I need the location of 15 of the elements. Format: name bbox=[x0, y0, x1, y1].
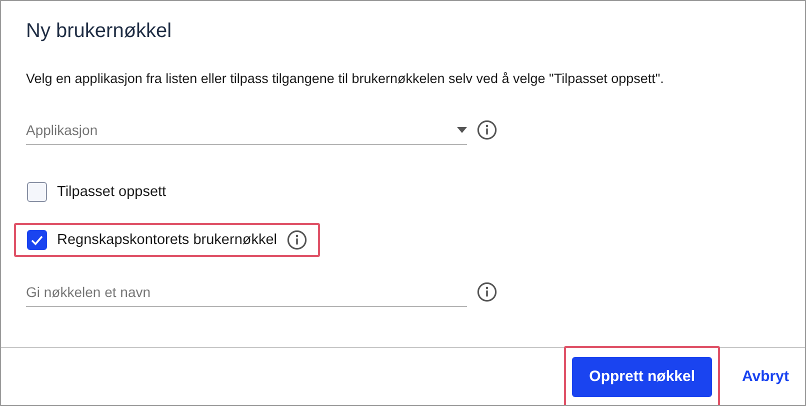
name-field[interactable]: Gi nøkkelen et navn bbox=[26, 284, 467, 300]
checkbox[interactable] bbox=[27, 182, 47, 202]
cancel-button[interactable]: Avbryt bbox=[734, 356, 797, 396]
info-icon[interactable] bbox=[477, 282, 497, 302]
create-button[interactable]: Opprett nøkkel bbox=[572, 356, 712, 396]
check-icon bbox=[30, 233, 44, 247]
checkbox[interactable] bbox=[27, 230, 47, 250]
checkbox-label[interactable]: Regnskapskontorets brukernøkkel bbox=[57, 232, 278, 248]
dialog-description: Velg en applikasjon fra listen eller tilpass tilgangene til brukernøkkelen selv ved å velge "Tilpasset oppsett". bbox=[26, 70, 665, 88]
dropdown-caret-icon bbox=[457, 126, 467, 132]
dialog-title: Ny brukernøkkel bbox=[26, 19, 173, 44]
info-icon[interactable] bbox=[287, 230, 308, 250]
info-icon[interactable] bbox=[477, 120, 497, 140]
application-dropdown[interactable]: Applikasjon bbox=[26, 122, 457, 138]
checkbox-label[interactable]: Tilpasset oppsett bbox=[57, 184, 166, 200]
